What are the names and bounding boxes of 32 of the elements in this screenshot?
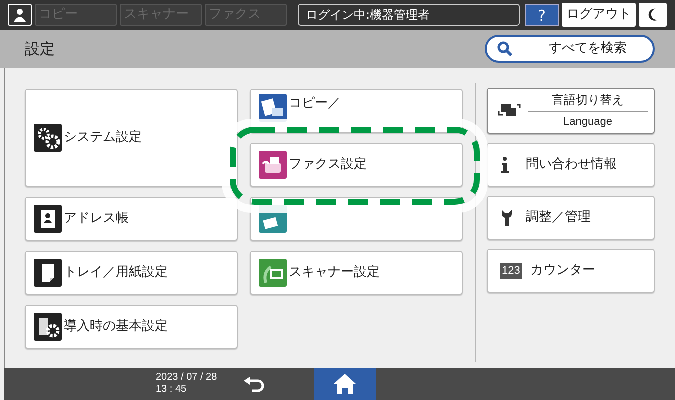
menu-button[interactable]: 調整／管理 [487, 196, 655, 240]
device-gear-icon [34, 313, 62, 341]
menu-button[interactable]: システム設定 [25, 89, 238, 187]
user-icon[interactable] [8, 4, 32, 26]
language-label: Language [562, 115, 614, 130]
help-button[interactable]: ? [525, 4, 559, 26]
moon-icon[interactable] [639, 3, 667, 27]
time-text: 13 : 45 [156, 384, 188, 396]
menu-button[interactable]: スキャナー設定 [250, 251, 463, 295]
counter-icon: 123 [500, 263, 522, 279]
logout-button[interactable]: ログアウト [562, 3, 636, 27]
menu-button[interactable]: ファクス設定 [250, 143, 463, 187]
home-button[interactable] [314, 368, 376, 400]
address-book-icon [34, 205, 62, 233]
language-button[interactable]: 言語切り替え Language [487, 88, 655, 134]
wrench-icon [500, 209, 514, 227]
scanner-icon [259, 259, 287, 287]
search-button[interactable]: すべてを検索 [485, 35, 655, 63]
gears-icon [34, 124, 62, 152]
page-title: 設定 [25, 38, 55, 60]
fax-machine-icon [259, 151, 287, 179]
menu-button[interactable]: 123 カウンター [487, 249, 655, 293]
login-dropdown[interactable]: ログイン中:機器管理者 [298, 4, 520, 26]
menu-button[interactable]: 問い合わせ情報 [487, 143, 655, 187]
paper-icon [34, 259, 62, 287]
home-icon [333, 373, 357, 395]
menu-button[interactable]: アドレス帳 [25, 197, 238, 241]
date-text: 2023 / 07 / 28 [156, 372, 218, 384]
menu-button[interactable]: トレイ／用紙設定 [25, 251, 238, 295]
search-icon [497, 41, 513, 57]
menu-button[interactable]: 導入時の基本設定 [25, 305, 238, 349]
language-label: 言語切り替え [528, 91, 648, 112]
